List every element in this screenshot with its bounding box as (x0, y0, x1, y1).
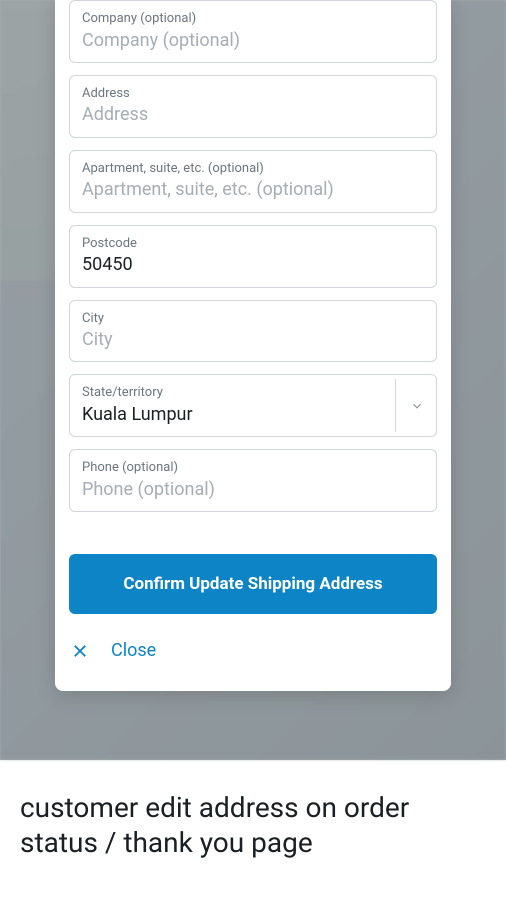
postcode-label: Postcode (82, 234, 424, 254)
apartment-label: Apartment, suite, etc. (optional) (82, 159, 424, 179)
apartment-field-wrapper[interactable]: Apartment, suite, etc. (optional) (69, 150, 437, 213)
company-field-wrapper[interactable]: Company (optional) (69, 0, 437, 63)
phone-label: Phone (optional) (82, 458, 424, 478)
close-button[interactable]: Close (69, 636, 437, 671)
phone-field-wrapper[interactable]: Phone (optional) (69, 449, 437, 512)
company-label: Company (optional) (82, 9, 424, 29)
apartment-input[interactable] (82, 178, 424, 201)
city-field-wrapper[interactable]: City (69, 300, 437, 363)
state-field-wrapper[interactable]: State/territory Kuala Lumpur (69, 374, 437, 437)
chevron-down-icon (410, 399, 424, 413)
address-input[interactable] (82, 103, 424, 126)
address-label: Address (82, 84, 424, 104)
edit-address-modal: Company (optional) Address Apartment, su… (55, 0, 451, 691)
postcode-field-wrapper[interactable]: Postcode (69, 225, 437, 288)
city-input[interactable] (82, 328, 424, 351)
phone-input[interactable] (82, 478, 424, 501)
state-label: State/territory (82, 383, 395, 403)
address-field-wrapper[interactable]: Address (69, 75, 437, 138)
postcode-input[interactable] (82, 253, 424, 276)
state-value: Kuala Lumpur (82, 403, 395, 426)
state-dropdown-toggle[interactable] (395, 379, 424, 432)
caption-text: customer edit address on order status / … (20, 790, 486, 860)
confirm-button[interactable]: Confirm Update Shipping Address (69, 554, 437, 614)
city-label: City (82, 309, 424, 329)
company-input[interactable] (82, 29, 424, 52)
close-label: Close (111, 640, 156, 661)
close-icon (71, 642, 89, 660)
